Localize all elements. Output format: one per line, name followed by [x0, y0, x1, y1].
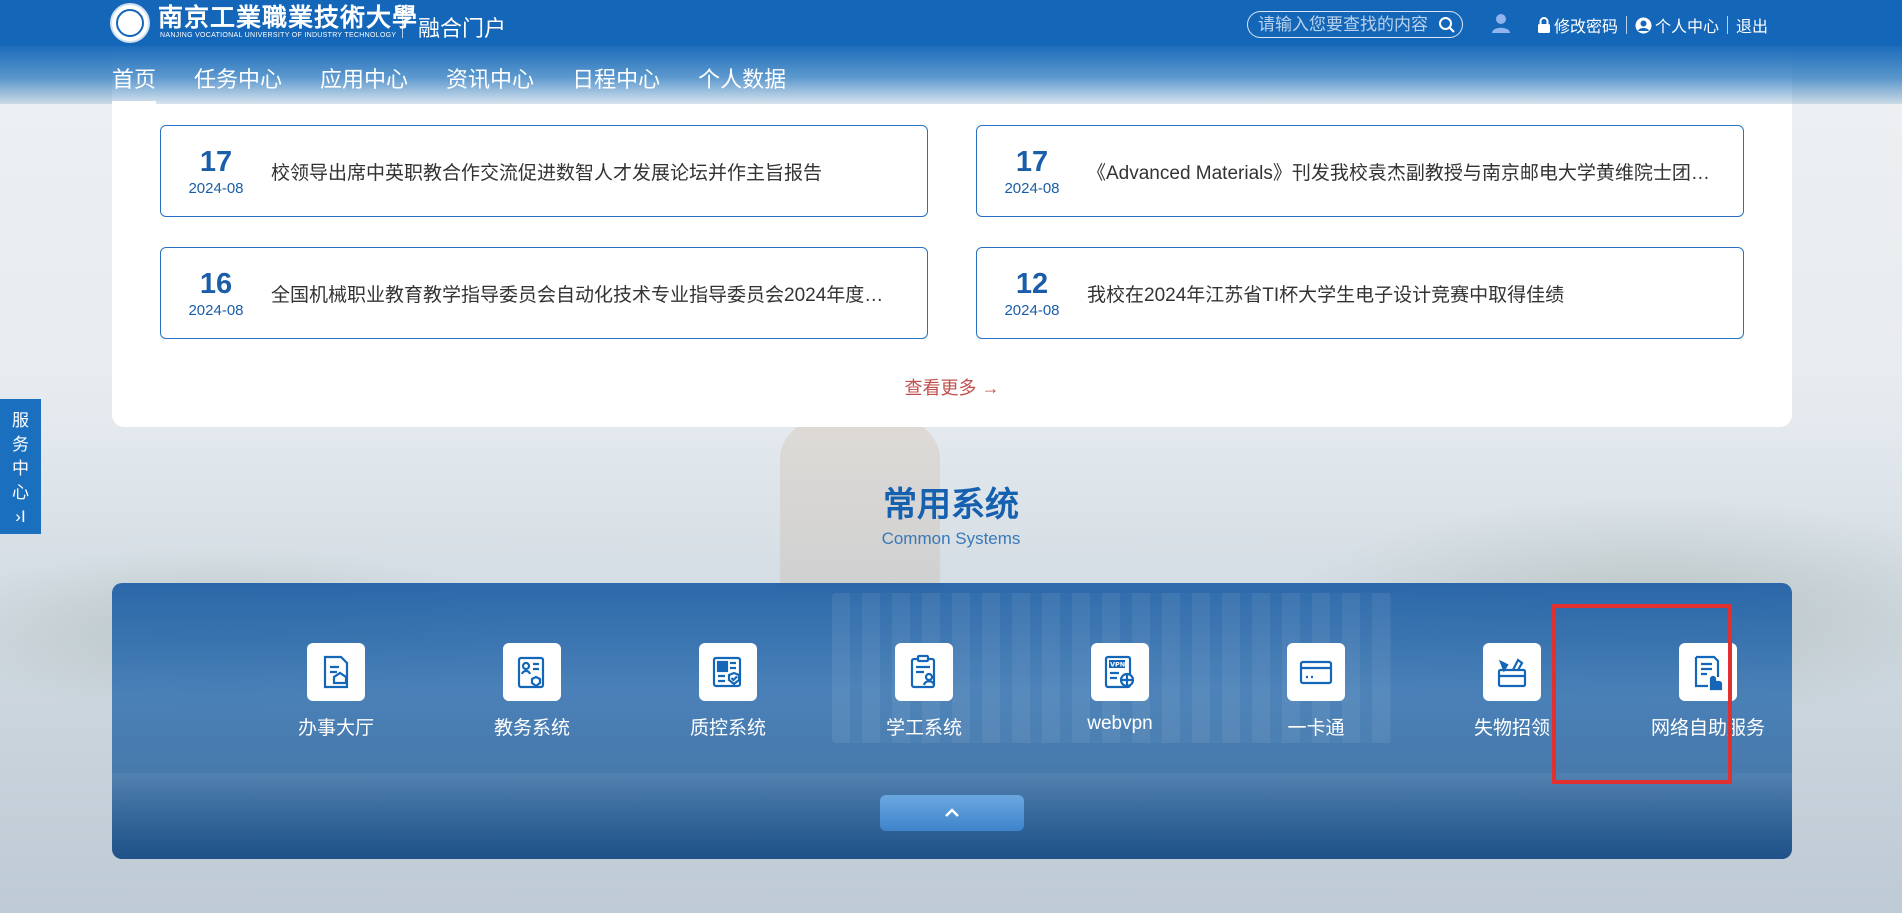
system-webvpn[interactable]: VPN webvpn — [1050, 643, 1190, 735]
user-circle-icon — [1635, 17, 1652, 33]
search-box — [1247, 11, 1463, 38]
news-item[interactable]: 12 2024-08 我校在2024年江苏省TI杯大学生电子设计竞赛中取得佳绩 — [976, 247, 1744, 339]
system-label: 失物招领 — [1473, 718, 1550, 739]
common-systems-title: 常用系统 — [883, 486, 1019, 524]
system-student-affairs[interactable]: 学工系统 — [854, 643, 994, 740]
top-link-divider — [1626, 16, 1628, 34]
personal-center-link[interactable]: 个人中心 — [1635, 13, 1719, 37]
news-year-month: 2024-08 — [188, 301, 244, 319]
news-title[interactable]: 全国机械职业教育教学指导委员会自动化技术专业指导委员会2024年度工作会议在我校… — [271, 280, 927, 307]
system-label: 质控系统 — [689, 718, 766, 739]
system-label: webvpn — [1087, 713, 1153, 734]
news-day: 16 — [199, 267, 233, 300]
news-item[interactable]: 17 2024-08 《Advanced Materials》刊发我校袁杰副教授… — [976, 125, 1744, 217]
nav-item-schedule-center[interactable]: 日程中心 — [572, 62, 660, 102]
academic-affairs-icon — [503, 643, 561, 701]
lock-icon — [1538, 17, 1550, 33]
system-campus-card[interactable]: 一卡通 — [1246, 643, 1386, 740]
news-title[interactable]: 《Advanced Materials》刊发我校袁杰副教授与南京邮电大学黄维院士… — [1087, 158, 1743, 185]
system-label: 办事大厅 — [297, 718, 374, 739]
nav-item-home[interactable]: 首页 — [112, 62, 157, 104]
service-hall-icon — [307, 643, 365, 701]
news-item[interactable]: 16 2024-08 全国机械职业教育教学指导委员会自动化技术专业指导委员会20… — [160, 247, 928, 339]
vpn-icon: VPN — [1091, 643, 1149, 701]
news-year-month: 2024-08 — [188, 179, 244, 197]
nav-item-app-center[interactable]: 应用中心 — [320, 62, 408, 102]
system-service-hall[interactable]: 办事大厅 — [266, 643, 406, 740]
personal-center-label: 个人中心 — [1655, 19, 1720, 36]
change-password-label: 修改密码 — [1554, 19, 1619, 36]
news-title[interactable]: 我校在2024年江苏省TI杯大学生电子设计竞赛中取得佳绩 — [1087, 280, 1743, 307]
lost-found-icon — [1483, 643, 1541, 701]
news-date: 17 2024-08 — [977, 146, 1087, 197]
collapse-button[interactable] — [880, 795, 1024, 831]
news-year-month: 2024-08 — [1004, 179, 1060, 197]
nav-item-personal-data[interactable]: 个人数据 — [698, 62, 786, 102]
top-bar: 南京工業職業技術大學 NANJING VOCATIONAL UNIVERSITY… — [0, 0, 1902, 46]
system-label: 学工系统 — [885, 718, 962, 739]
top-links: 修改密码 个人中心 退出 — [1537, 13, 1768, 37]
school-name[interactable]: 南京工業職業技術大學 — [158, 4, 418, 32]
change-password-link[interactable]: 修改密码 — [1537, 13, 1618, 37]
news-date: 17 2024-08 — [161, 146, 271, 197]
portal-name: 融合门户 — [418, 16, 507, 41]
logout-link[interactable]: 退出 — [1736, 13, 1768, 37]
side-tab-char: 服 — [12, 411, 29, 430]
system-quality-control[interactable]: 质控系统 — [658, 643, 798, 740]
system-label: 一卡通 — [1287, 718, 1345, 739]
news-day: 17 — [199, 145, 233, 178]
school-logo-icon[interactable] — [110, 3, 150, 43]
system-label: 教务系统 — [493, 718, 570, 739]
common-systems-subtitle: Common Systems — [881, 529, 1021, 548]
news-date: 16 2024-08 — [161, 268, 271, 319]
quality-control-icon — [699, 643, 757, 701]
news-year-month: 2024-08 — [1004, 301, 1060, 319]
system-academic-affairs[interactable]: 教务系统 — [462, 643, 602, 740]
student-affairs-icon — [895, 643, 953, 701]
user-avatar-icon[interactable] — [1490, 12, 1512, 39]
nav-item-news-center[interactable]: 资讯中心 — [446, 62, 534, 102]
top-link-divider — [1727, 16, 1729, 34]
see-more-link[interactable]: 查看更多 → — [112, 374, 1792, 400]
svg-text:VPN: VPN — [1110, 661, 1125, 669]
news-day: 17 — [1015, 145, 1049, 178]
main-nav: 首页 任务中心 应用中心 资讯中心 日程中心 个人数据 — [0, 46, 1902, 104]
news-date: 12 2024-08 — [977, 268, 1087, 319]
search-icon[interactable] — [1438, 16, 1456, 34]
chevron-up-icon — [945, 808, 959, 817]
side-tab-char: 务 — [12, 435, 29, 454]
nav-item-task-center[interactable]: 任务中心 — [194, 62, 282, 102]
news-item[interactable]: 17 2024-08 校领导出席中英职教合作交流促进数智人才发展论坛并作主旨报告 — [160, 125, 928, 217]
search-input[interactable] — [1258, 14, 1438, 35]
news-title[interactable]: 校领导出席中英职教合作交流促进数智人才发展论坛并作主旨报告 — [271, 158, 927, 185]
header-divider — [402, 8, 403, 38]
campus-card-icon — [1287, 643, 1345, 701]
highlight-box — [1552, 604, 1732, 784]
school-name-en: NANJING VOCATIONAL UNIVERSITY OF INDUSTR… — [160, 32, 397, 39]
news-day: 12 — [1015, 267, 1049, 300]
